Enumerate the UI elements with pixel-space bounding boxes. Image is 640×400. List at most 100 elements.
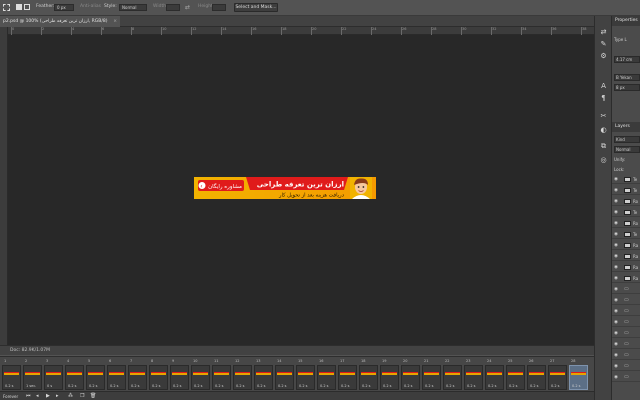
layer-row[interactable]: ◉ Ro — [612, 220, 640, 228]
visibility-eye-icon[interactable]: ◉ — [614, 375, 618, 380]
select-and-mask-button[interactable]: Select and Mask... — [234, 3, 278, 12]
animation-frame[interactable]: 4 0.2 s — [65, 359, 84, 390]
frame-delay[interactable]: 0.2 s — [404, 384, 413, 388]
frame-delay[interactable]: 0.2 s — [89, 384, 98, 388]
animation-frame[interactable]: 24 0.2 s — [485, 359, 504, 390]
character-icon[interactable]: A — [599, 82, 608, 91]
delete-frame-icon[interactable]: 🗑 — [90, 393, 96, 400]
frame-delay[interactable]: 0.2 s — [194, 384, 203, 388]
frame-delay[interactable]: 0.2 s — [530, 384, 539, 388]
tools-icon[interactable]: ✂ — [599, 112, 608, 121]
layer-row[interactable]: ◉ Te — [612, 231, 640, 239]
layer-row[interactable]: ◉ ▭ — [612, 297, 640, 305]
prev-frame-icon[interactable]: ◂ — [36, 393, 39, 400]
animation-frame[interactable]: 5 0.2 s — [86, 359, 105, 390]
visibility-eye-icon[interactable]: ◉ — [614, 309, 618, 314]
layer-row[interactable]: ◉ ▭ — [612, 308, 640, 316]
paragraph-icon[interactable]: ¶ — [599, 94, 608, 103]
visibility-eye-icon[interactable]: ◉ — [614, 276, 618, 281]
add-selection-icon[interactable] — [24, 4, 30, 10]
frame-delay[interactable]: 0.2 s — [5, 384, 14, 388]
swap-icon[interactable]: ⇄ — [185, 4, 190, 11]
frame-delay[interactable]: 0.2 s — [152, 384, 161, 388]
layer-row[interactable]: ◉ ▭ — [612, 363, 640, 371]
adjust-icon[interactable]: ◐ — [599, 126, 608, 135]
tween-icon[interactable]: ⁂ — [68, 393, 73, 400]
frame-delay[interactable]: 0.2 s — [131, 384, 140, 388]
layer-row[interactable]: ◉ ▭ — [612, 374, 640, 382]
visibility-eye-icon[interactable]: ◉ — [614, 320, 618, 325]
layers-icon[interactable]: ⧉ — [599, 142, 608, 151]
height-input[interactable] — [212, 4, 226, 11]
animation-frame[interactable]: 25 0.2 s — [506, 359, 525, 390]
frame-delay[interactable]: 0.2 s — [278, 384, 287, 388]
visibility-eye-icon[interactable]: ◉ — [614, 243, 618, 248]
selection-mode-icon[interactable] — [16, 4, 22, 10]
animation-frame[interactable]: 14 0.2 s — [275, 359, 294, 390]
size-field[interactable]: 4.17 cm — [614, 56, 640, 63]
vertical-ruler[interactable] — [0, 27, 8, 345]
frame-delay[interactable]: 0.2 s — [110, 384, 119, 388]
frame-delay[interactable]: 0.2 s — [446, 384, 455, 388]
animation-frame[interactable]: 8 0.2 s — [149, 359, 168, 390]
frame-delay[interactable]: 1 sec. — [26, 384, 36, 388]
visibility-eye-icon[interactable]: ◉ — [614, 342, 618, 347]
animation-frame[interactable]: 2 1 sec. — [23, 359, 42, 390]
visibility-eye-icon[interactable]: ◉ — [614, 177, 618, 182]
feather-input[interactable]: 0 px — [54, 4, 74, 11]
animation-frame[interactable]: 6 0.2 s — [107, 359, 126, 390]
animation-frame[interactable]: 17 0.2 s — [338, 359, 357, 390]
animation-frame[interactable]: 19 0.2 s — [380, 359, 399, 390]
layers-panel-title[interactable]: Layers — [612, 122, 640, 132]
font-select[interactable]: B Yekan — [614, 74, 640, 81]
visibility-eye-icon[interactable]: ◉ — [614, 254, 618, 259]
antialias-checkbox[interactable]: Anti-alias — [80, 4, 101, 9]
animation-frame[interactable]: 10 0.2 s — [191, 359, 210, 390]
first-frame-icon[interactable]: ⏮ — [26, 393, 31, 400]
visibility-eye-icon[interactable]: ◉ — [614, 188, 618, 193]
animation-frame[interactable]: 9 0.2 s — [170, 359, 189, 390]
frame-delay[interactable]: 0.2 s — [425, 384, 434, 388]
layer-row[interactable]: ◉ Ra — [612, 264, 640, 272]
animation-frame[interactable]: 23 0.2 s — [464, 359, 483, 390]
visibility-eye-icon[interactable]: ◉ — [614, 364, 618, 369]
layer-row[interactable]: ◉ Ra — [612, 275, 640, 283]
duplicate-frame-icon[interactable]: ❐ — [80, 393, 84, 400]
frame-delay[interactable]: 0.2 s — [173, 384, 182, 388]
next-frame-icon[interactable]: ▸ — [56, 393, 59, 400]
frame-delay[interactable]: 0.2 s — [572, 384, 581, 388]
animation-frame[interactable]: 11 0.2 s — [212, 359, 231, 390]
visibility-eye-icon[interactable]: ◉ — [614, 199, 618, 204]
layer-row[interactable]: ◉ ▭ — [612, 330, 640, 338]
layer-row[interactable]: ◉ Te — [612, 187, 640, 195]
frame-delay[interactable]: 0.2 s — [68, 384, 77, 388]
animation-frame[interactable]: 1 0.2 s — [2, 359, 21, 390]
frame-delay[interactable]: 0.2 s — [257, 384, 266, 388]
animation-frame[interactable]: 28 0.2 s — [569, 359, 588, 390]
canvas-area[interactable]: ‹ مشاوره رایگان ارزان ترین تعرفه طراحی د… — [8, 35, 594, 345]
blend-mode-select[interactable]: Normal — [614, 146, 640, 153]
frame-delay[interactable]: 0.2 s — [551, 384, 560, 388]
play-icon[interactable]: ▶ — [46, 393, 50, 400]
frame-delay[interactable]: 0.2 s — [383, 384, 392, 388]
visibility-eye-icon[interactable]: ◉ — [614, 210, 618, 215]
frame-delay[interactable]: 0.2 s — [362, 384, 371, 388]
layer-row[interactable]: ◉ ▭ — [612, 286, 640, 294]
animation-frame[interactable]: 3 0 s — [44, 359, 63, 390]
animation-frame[interactable]: 27 0.2 s — [548, 359, 567, 390]
visibility-eye-icon[interactable]: ◉ — [614, 353, 618, 358]
animation-frame[interactable]: 7 0.2 s — [128, 359, 147, 390]
animation-frame[interactable]: 16 0.2 s — [317, 359, 336, 390]
layer-row[interactable]: ◉ ▭ — [612, 341, 640, 349]
frame-delay[interactable]: 0.2 s — [509, 384, 518, 388]
marquee-tool-icon[interactable] — [3, 4, 10, 11]
frame-delay[interactable]: 0.2 s — [341, 384, 350, 388]
style-select[interactable]: Normal — [119, 4, 147, 11]
frame-delay[interactable]: 0.2 s — [320, 384, 329, 388]
animation-frame[interactable]: 21 0.2 s — [422, 359, 441, 390]
visibility-eye-icon[interactable]: ◉ — [614, 287, 618, 292]
animation-frame[interactable]: 18 0.2 s — [359, 359, 378, 390]
properties-icon[interactable]: ⚙ — [599, 52, 608, 61]
layer-row[interactable]: ◉ Ra — [612, 253, 640, 261]
visibility-eye-icon[interactable]: ◉ — [614, 265, 618, 270]
